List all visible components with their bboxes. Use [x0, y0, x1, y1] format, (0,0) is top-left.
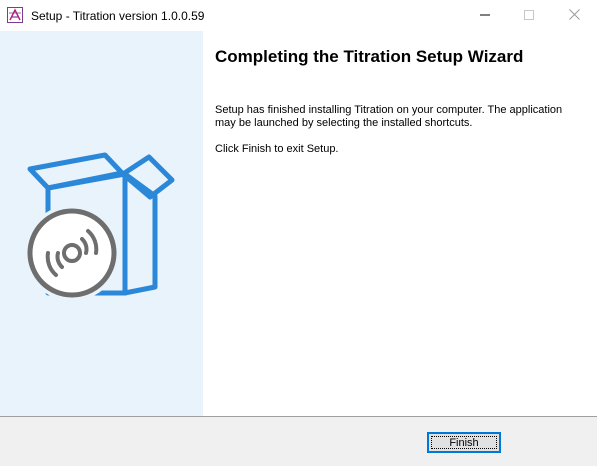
setup-app-icon: [7, 7, 23, 23]
minimize-button[interactable]: [462, 0, 508, 31]
disc-icon: [27, 208, 117, 298]
title-bar[interactable]: Setup - Titration version 1.0.0.59: [0, 0, 597, 31]
maximize-button[interactable]: [506, 0, 552, 31]
minimize-icon: [480, 7, 490, 25]
exit-instruction: Click Finish to exit Setup.: [215, 143, 339, 155]
setup-wizard-window: Setup - Titration version 1.0.0.59 Compl…: [0, 0, 597, 466]
finish-button[interactable]: Finish: [427, 432, 501, 453]
close-button[interactable]: [551, 0, 597, 31]
completion-message: Setup has finished installing Titration …: [215, 104, 563, 129]
finish-button-label: Finish: [449, 436, 479, 449]
maximize-icon: [524, 7, 534, 25]
window-title: Setup - Titration version 1.0.0.59: [31, 9, 205, 23]
page-title: Completing the Titration Setup Wizard: [215, 47, 524, 66]
wizard-banner: [0, 31, 203, 417]
software-box-with-disc-icon: [24, 152, 175, 301]
footer-bar: [0, 417, 597, 466]
close-icon: [568, 7, 580, 25]
